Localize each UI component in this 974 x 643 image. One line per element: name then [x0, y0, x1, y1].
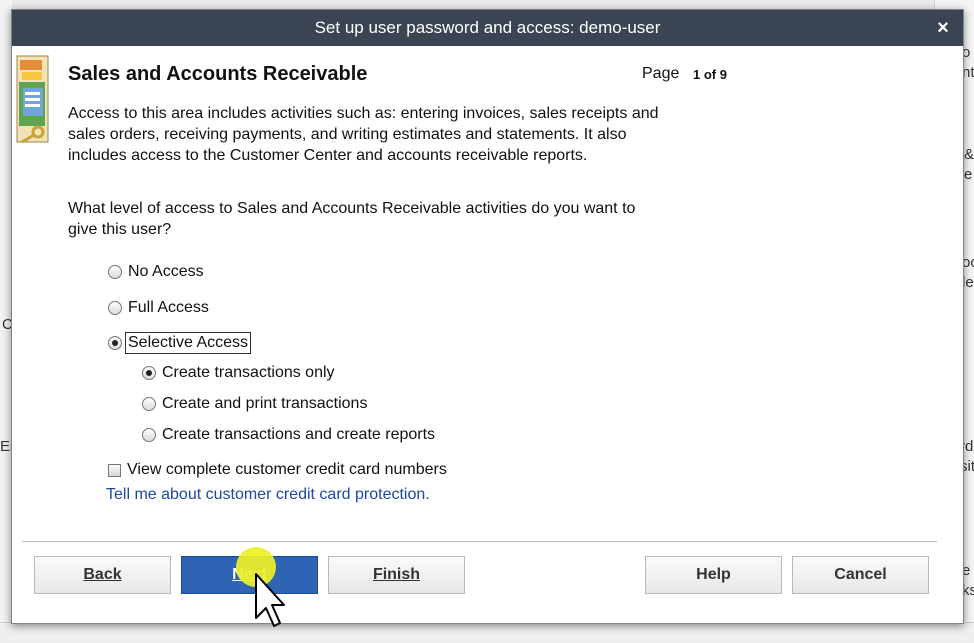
help-button[interactable]: Help: [645, 556, 782, 594]
background-text: e: [964, 166, 973, 183]
page-label: Page: [642, 65, 680, 82]
background-bottom-strip: [0, 622, 974, 643]
radio-label: Full Access: [128, 299, 209, 316]
back-button[interactable]: Back: [34, 556, 171, 594]
radio-label: Create transactions and create reports: [162, 426, 436, 443]
cancel-button-label: Cancel: [834, 566, 887, 583]
page-indicator: 1 of 9: [693, 67, 727, 82]
finish-button[interactable]: Finish: [328, 556, 465, 594]
radio-button-selected[interactable]: [108, 336, 122, 350]
divider: [22, 541, 937, 543]
checkbox[interactable]: [108, 463, 121, 477]
radio-button-selected[interactable]: [142, 366, 156, 380]
radio-full-access[interactable]: Full Access: [108, 299, 209, 317]
checkbox-label: View complete customer credit card numbe…: [127, 461, 447, 478]
access-question: What level of access to Sales and Accoun…: [68, 200, 636, 238]
section-heading: Sales and Accounts Receivable: [68, 63, 368, 85]
folders-key-icon: [16, 55, 49, 144]
user-access-dialog: Set up user password and access: demo-us…: [11, 9, 964, 624]
radio-button[interactable]: [108, 301, 122, 315]
section-description: Access to this area includes activities …: [68, 105, 659, 164]
background-text: &: [964, 146, 974, 163]
radio-button[interactable]: [108, 265, 122, 279]
radio-button[interactable]: [142, 397, 156, 411]
cancel-button[interactable]: Cancel: [792, 556, 929, 594]
radio-button[interactable]: [142, 428, 156, 442]
radio-label: No Access: [128, 263, 204, 280]
dialog-title: Set up user password and access: demo-us…: [314, 18, 661, 37]
radio-create-and-reports[interactable]: Create transactions and create reports: [142, 426, 435, 444]
radio-label: Create and print transactions: [162, 395, 368, 412]
help-button-label: Help: [696, 566, 731, 583]
finish-button-label: Finish: [372, 566, 421, 583]
dialog-titlebar: Set up user password and access: demo-us…: [12, 10, 963, 46]
radio-no-access[interactable]: No Access: [108, 263, 204, 281]
radio-label: Selective Access: [125, 332, 252, 354]
radio-selective-access[interactable]: Selective Access: [108, 332, 252, 354]
back-button-label: Back: [83, 566, 122, 583]
radio-create-transactions-only[interactable]: Create transactions only: [142, 364, 335, 382]
radio-label: Create transactions only: [162, 364, 335, 381]
credit-card-protection-link[interactable]: Tell me about customer credit card prote…: [106, 486, 430, 504]
close-icon[interactable]: ×: [931, 10, 955, 46]
mouse-pointer-icon: [255, 573, 285, 627]
radio-create-and-print[interactable]: Create and print transactions: [142, 395, 367, 413]
credit-card-checkbox[interactable]: View complete customer credit card numbe…: [108, 461, 447, 479]
